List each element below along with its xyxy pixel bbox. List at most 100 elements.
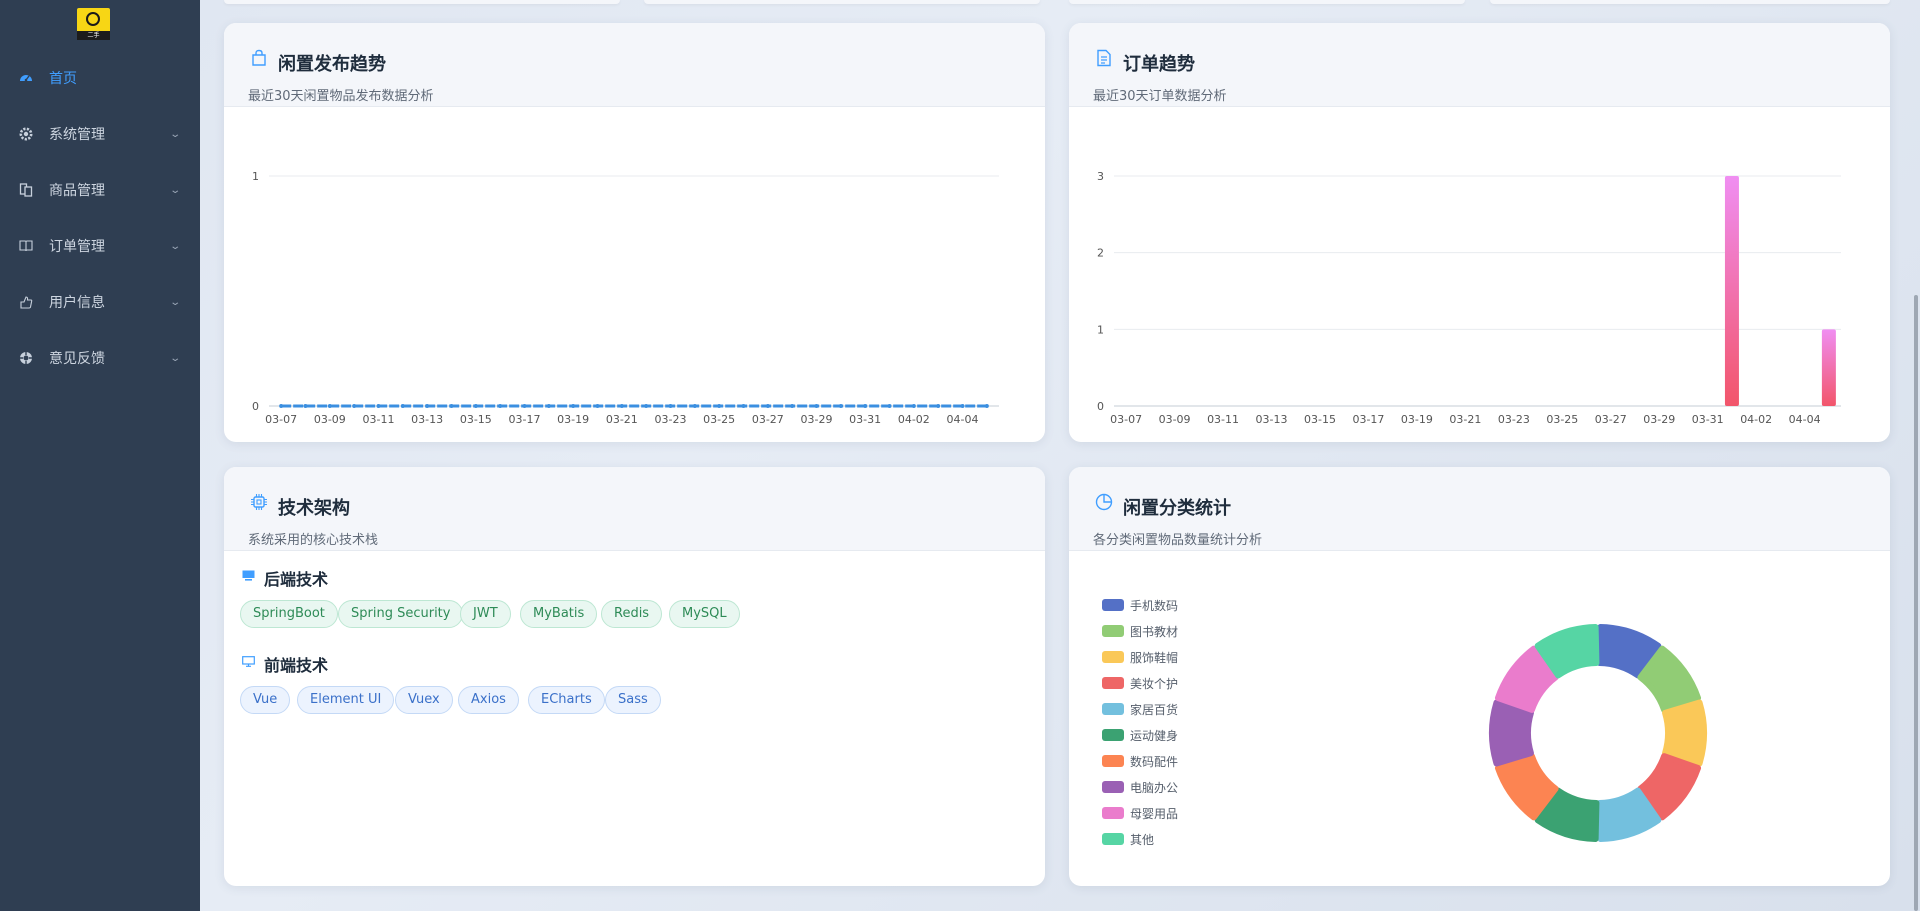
- tech-tag: Vue: [240, 686, 291, 714]
- x-tick-label: 03-07: [1110, 413, 1142, 426]
- x-tick-label: 03-09: [1159, 413, 1191, 426]
- data-point: [741, 404, 746, 408]
- category-stats-card: 闲置分类统计 各分类闲置物品数量统计分析 手机数码 图书教材 服饰鞋帽 美妆个护 家居百…: [1069, 467, 1890, 886]
- tech-stack-card: 技术架构 系统采用的核心技术栈 后端技术 SpringBoot Spring S…: [224, 467, 1045, 886]
- chevron-down-icon: ⌄: [168, 184, 181, 196]
- card-above-partial: [1490, 0, 1890, 4]
- data-point: [571, 404, 576, 408]
- x-tick-label: 03-15: [1304, 413, 1336, 426]
- x-tick-label: 04-04: [1789, 413, 1821, 426]
- pie-slice[interactable]: [1662, 699, 1707, 767]
- x-tick-label: 03-11: [363, 413, 395, 426]
- y-tick-label: 2: [1097, 247, 1104, 260]
- y-tick-label: 0: [1097, 400, 1104, 413]
- data-point: [887, 404, 892, 408]
- frontend-section-title: 前端技术: [264, 656, 329, 675]
- publish-trend-card: 闲置发布趋势 最近30天闲置物品发布数据分析 0 1 03-07 03-09 03-11…: [224, 23, 1045, 442]
- card-header: 技术架构 系统采用的核心技术栈: [224, 467, 1045, 551]
- tech-tag: SpringBoot: [240, 600, 338, 628]
- data-point: [376, 404, 381, 408]
- x-tick-label: 03-17: [509, 413, 541, 426]
- data-point: [425, 404, 430, 408]
- category-donut-chart[interactable]: [1069, 551, 1890, 886]
- tech-tag: Vuex: [395, 686, 453, 714]
- data-point: [595, 404, 600, 408]
- sidebar-item-label: 意见反馈: [49, 351, 105, 367]
- tech-tag: MySQL: [669, 600, 740, 628]
- y-tick-label: 1: [1097, 323, 1104, 336]
- card-subtitle: 各分类闲置物品数量统计分析: [1093, 533, 1263, 548]
- data-point: [400, 404, 405, 408]
- sidebar-item-label: 订单管理: [49, 239, 105, 255]
- bar: [1821, 329, 1836, 406]
- publish-trend-chart[interactable]: 0 1 03-07 03-09 03-11 03-13 03-15 03-17 03-19 03-…: [224, 107, 1045, 442]
- data-point: [522, 404, 527, 408]
- sidebar-item-orders[interactable]: 订单管理 ⌄: [0, 218, 200, 274]
- goods-icon: [19, 183, 33, 197]
- sidebar-item-system[interactable]: 系统管理 ⌄: [0, 106, 200, 162]
- order-trend-card: 订单趋势 最近30天订单数据分析 0 1 2 3 03-07 03-09 03-11 03-1…: [1069, 23, 1890, 442]
- gear-icon: [19, 127, 33, 141]
- chevron-down-icon: ⌄: [168, 296, 181, 308]
- scrollbar-thumb[interactable]: [1914, 295, 1918, 911]
- data-point: [984, 404, 989, 408]
- card-title: 订单趋势: [1123, 54, 1195, 75]
- data-point: [473, 404, 478, 408]
- chevron-down-icon: ⌄: [168, 128, 181, 140]
- data-point: [911, 404, 916, 408]
- tech-tag: ECharts: [528, 686, 605, 714]
- sidebar-item-feedback[interactable]: 意见反馈 ⌄: [0, 330, 200, 386]
- data-point: [717, 404, 722, 408]
- x-tick-label: 04-02: [898, 413, 930, 426]
- data-point: [644, 404, 649, 408]
- x-tick-label: 04-02: [1740, 413, 1772, 426]
- sidebar-item-goods[interactable]: 商品管理 ⌄: [0, 162, 200, 218]
- logo[interactable]: 二手: [77, 8, 110, 40]
- page-scrollbar[interactable]: [1914, 0, 1920, 911]
- tech-tag: Spring Security: [338, 600, 464, 628]
- tech-tag: JWT: [460, 600, 511, 628]
- dashboard-icon: [19, 71, 33, 85]
- cpu-icon: [251, 494, 267, 510]
- y-tick-label: 1: [252, 170, 259, 183]
- pie-chart-icon: [1095, 493, 1113, 511]
- sidebar: 二手 首页 系统管理 ⌄ 商品管理 ⌄ 订单管理 ⌄ 用户信息 ⌄ 意见反馈 ⌄: [0, 0, 200, 911]
- data-point: [790, 404, 795, 408]
- data-point: [498, 404, 503, 408]
- x-tick-label: 03-19: [1401, 413, 1433, 426]
- data-point: [546, 404, 551, 408]
- y-tick-label: 0: [252, 400, 259, 413]
- card-above-partial: [224, 0, 620, 4]
- card-header: 闲置发布趋势 最近30天闲置物品发布数据分析: [224, 23, 1045, 107]
- logo-face-icon: [86, 12, 100, 26]
- x-tick-label: 03-15: [460, 413, 492, 426]
- data-point: [692, 404, 697, 408]
- card-above-partial: [644, 0, 1040, 4]
- x-tick-label: 03-27: [752, 413, 784, 426]
- shopping-bag-icon: [252, 49, 266, 66]
- x-tick-label: 03-13: [1256, 413, 1288, 426]
- data-point: [814, 404, 819, 408]
- logo-text: 二手: [77, 31, 110, 40]
- user-icon: [19, 295, 33, 309]
- data-point: [960, 404, 965, 408]
- tech-tag: Element UI: [297, 686, 395, 714]
- document-icon: [1097, 49, 1111, 67]
- pie-slice[interactable]: [1489, 699, 1534, 767]
- x-tick-label: 03-29: [1643, 413, 1675, 426]
- sidebar-item-home[interactable]: 首页: [0, 50, 200, 106]
- chevron-down-icon: ⌄: [168, 352, 181, 364]
- x-tick-label: 03-17: [1352, 413, 1384, 426]
- chevron-down-icon: ⌄: [168, 240, 181, 252]
- data-point: [352, 404, 357, 408]
- sidebar-item-label: 商品管理: [49, 183, 105, 199]
- card-title: 闲置分类统计: [1123, 498, 1231, 519]
- x-tick-label: 03-09: [314, 413, 346, 426]
- x-tick-label: 03-23: [655, 413, 687, 426]
- data-point: [279, 404, 284, 408]
- y-tick-label: 3: [1097, 170, 1104, 183]
- sidebar-item-users[interactable]: 用户信息 ⌄: [0, 274, 200, 330]
- sidebar-item-label: 用户信息: [49, 295, 105, 311]
- sidebar-item-label: 首页: [49, 71, 77, 87]
- order-trend-chart[interactable]: 0 1 2 3 03-07 03-09 03-11 03-13 03-15 03-17 03-19 0…: [1069, 107, 1890, 442]
